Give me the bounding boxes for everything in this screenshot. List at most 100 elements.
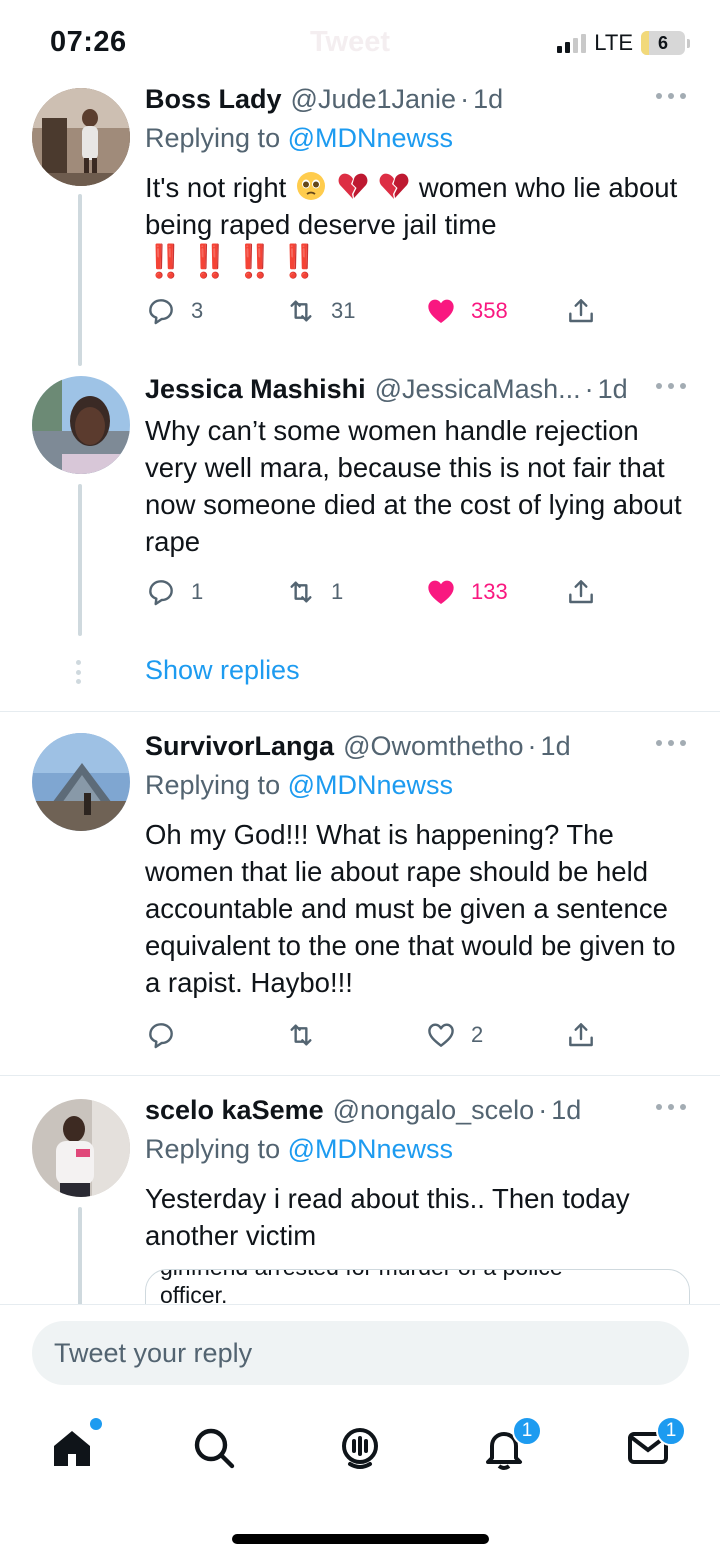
battery-level: 6 xyxy=(657,32,668,53)
share-icon xyxy=(569,299,593,323)
tweet-text: Oh my God!!! What is happening? The wome… xyxy=(145,819,676,998)
divider xyxy=(0,1075,720,1076)
tweet-text: Why can’t some women handle rejection ve… xyxy=(145,415,682,557)
tweet[interactable]: Jessica Mashishi @JessicaMash... · 1d Wh… xyxy=(0,374,720,636)
tab-spaces[interactable] xyxy=(336,1424,384,1472)
tweet-actions: 2 xyxy=(145,1019,690,1063)
tab-search[interactable] xyxy=(190,1424,238,1472)
avatar[interactable] xyxy=(32,376,130,474)
like-count: 2 xyxy=(471,1022,484,1047)
like-count: 133 xyxy=(471,579,508,604)
reply-icon xyxy=(149,299,173,325)
mention-link[interactable]: @MDNnewss xyxy=(288,123,453,153)
replying-to: Replying to @MDNnewss xyxy=(145,1134,454,1164)
retweet-icon xyxy=(290,300,312,322)
author-name[interactable]: Boss Lady xyxy=(145,84,282,115)
like-count: 358 xyxy=(471,298,508,323)
mention-link[interactable]: @MDNnewss xyxy=(288,770,453,800)
heart-outline-icon xyxy=(428,1023,454,1047)
network-label: LTE xyxy=(594,30,633,55)
tab-messages[interactable]: 1 xyxy=(624,1416,686,1472)
reply-button[interactable]: 3 xyxy=(145,295,203,327)
reply-icon xyxy=(149,1023,173,1049)
thread-line xyxy=(78,484,82,636)
heart-filled-icon xyxy=(428,580,454,604)
heart-filled-icon xyxy=(428,299,454,323)
author-handle[interactable]: @nongalo_scelo xyxy=(333,1095,535,1126)
spaces-icon xyxy=(342,1428,378,1469)
thread-line xyxy=(78,194,82,366)
bottom-tab-bar: 1 1 xyxy=(0,1404,720,1514)
author-name[interactable]: Jessica Mashishi xyxy=(145,374,366,405)
thread-line xyxy=(78,1207,82,1304)
author-handle[interactable]: @Jude1Janie xyxy=(291,84,457,115)
battery-icon: 6 xyxy=(641,31,685,55)
reply-button[interactable] xyxy=(145,1019,191,1051)
messages-badge: 1 xyxy=(656,1416,686,1446)
home-icon xyxy=(54,1431,90,1466)
reply-composer: Tweet your reply xyxy=(0,1304,720,1404)
avatar[interactable] xyxy=(32,88,130,186)
broken-heart-icon xyxy=(379,173,409,199)
search-icon xyxy=(194,1428,235,1469)
quoted-tweet-card[interactable]: girlfriend arrested for murder of a poli… xyxy=(145,1269,690,1304)
tweet-text: Yesterday i read about this.. Then today… xyxy=(145,1183,630,1251)
reply-button[interactable]: 1 xyxy=(145,576,203,608)
retweet-button[interactable] xyxy=(285,1019,331,1051)
tweet-time: 1d xyxy=(473,84,504,114)
share-button[interactable] xyxy=(565,576,597,608)
like-button[interactable]: 358 xyxy=(425,295,508,327)
tweet[interactable]: Boss Lady @Jude1Janie · 1d Replying to @… xyxy=(0,84,720,374)
share-icon xyxy=(569,1023,593,1047)
share-icon xyxy=(569,580,593,604)
avatar[interactable] xyxy=(32,733,130,831)
double-exclamation-icon: ‼️ ‼️ ‼️ ‼️ xyxy=(145,243,319,279)
like-button[interactable]: 133 xyxy=(425,576,508,608)
more-options-icon[interactable] xyxy=(656,1099,686,1115)
reply-input[interactable]: Tweet your reply xyxy=(32,1321,689,1385)
status-time: 07:26 xyxy=(50,26,127,58)
share-button[interactable] xyxy=(565,295,597,327)
retweet-icon xyxy=(290,581,312,603)
broken-heart-icon xyxy=(338,173,368,199)
retweet-icon xyxy=(290,1024,312,1046)
more-options-icon[interactable] xyxy=(656,735,686,751)
author-name[interactable]: scelo kaSeme xyxy=(145,1095,324,1126)
mention-link[interactable]: @MDNnewss xyxy=(288,1134,453,1164)
signal-icon xyxy=(557,33,587,53)
show-replies-link[interactable]: Show replies xyxy=(145,655,300,686)
like-button[interactable]: 2 xyxy=(425,1019,483,1051)
tweet-time: 1d xyxy=(597,374,628,404)
reply-count: 3 xyxy=(191,298,204,323)
retweet-button[interactable]: 1 xyxy=(285,576,343,608)
header-title: Tweet xyxy=(310,26,391,58)
tweet[interactable]: SurvivorLanga @Owomthetho · 1d Replying … xyxy=(0,731,720,1071)
tweet-time: 1d xyxy=(551,1095,582,1125)
avatar[interactable] xyxy=(32,1099,130,1197)
tweet-actions: 1 1 133 xyxy=(145,576,690,620)
tweet-time: 1d xyxy=(540,731,571,761)
more-options-icon[interactable] xyxy=(656,378,686,394)
replying-to: Replying to @MDNnewss xyxy=(145,770,454,800)
tweet-text: It's not right women who lie about being… xyxy=(145,172,678,279)
retweet-count: 1 xyxy=(331,579,344,604)
tweet-actions: 3 31 358 xyxy=(145,295,690,339)
retweet-button[interactable]: 31 xyxy=(285,295,355,327)
home-indicator xyxy=(232,1534,489,1544)
divider xyxy=(0,711,720,712)
tweet[interactable]: scelo kaSeme @nongalo_scelo · 1d Replyin… xyxy=(0,1095,720,1304)
notifications-badge: 1 xyxy=(512,1416,542,1446)
status-bar: 07:26 Tweet LTE 6 xyxy=(0,0,720,84)
author-name[interactable]: SurvivorLanga xyxy=(145,731,334,762)
author-handle[interactable]: @JessicaMash... xyxy=(375,374,581,405)
pleading-face-icon xyxy=(296,172,325,200)
replying-to: Replying to @MDNnewss xyxy=(145,123,454,153)
share-button[interactable] xyxy=(565,1019,597,1051)
new-content-dot xyxy=(90,1418,102,1430)
tab-home[interactable] xyxy=(48,1418,102,1472)
reply-icon xyxy=(149,580,173,606)
tab-notifications[interactable]: 1 xyxy=(480,1416,542,1472)
quoted-tweet-text: officer. xyxy=(160,1282,228,1304)
more-options-icon[interactable] xyxy=(656,88,686,104)
author-handle[interactable]: @Owomthetho xyxy=(343,731,523,762)
